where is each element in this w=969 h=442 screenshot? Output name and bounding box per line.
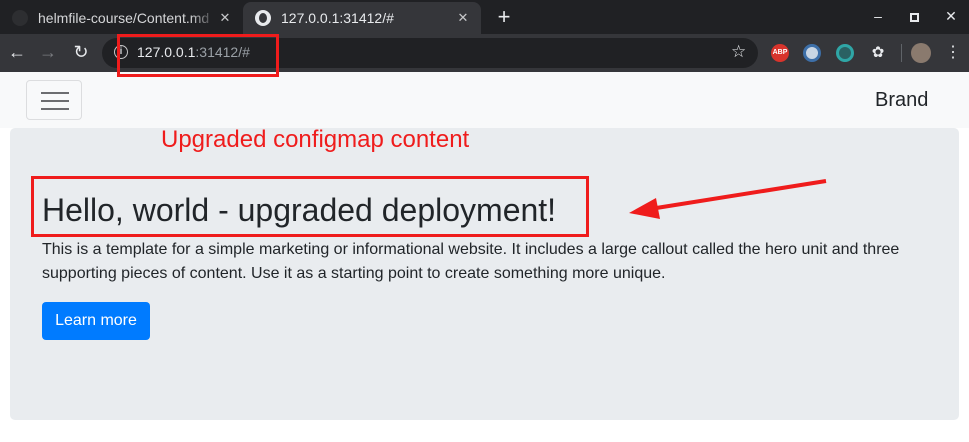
annotation-label: Upgraded configmap content: [161, 126, 470, 153]
bookmark-star-icon[interactable]: ☆: [731, 42, 746, 62]
reload-icon[interactable]: ↻: [71, 42, 91, 62]
hamburger-icon: [41, 100, 69, 102]
abp-icon[interactable]: ABP: [771, 44, 789, 62]
hamburger-icon: [41, 108, 69, 110]
navbar: Brand: [0, 72, 969, 128]
tab-localhost[interactable]: 127.0.0.1:31412/# ✕: [243, 2, 481, 34]
tab-title: 127.0.0.1:31412/#: [281, 10, 394, 26]
tab-strip: helmfile-course/Content.md ✕ 127.0.0.1:3…: [0, 0, 969, 34]
back-icon[interactable]: ←: [7, 42, 27, 62]
annotation-title-box: [31, 176, 589, 237]
globe-icon: [255, 10, 271, 26]
annotation-arrow: [629, 179, 827, 219]
hero-lead-text: This is a template for a simple marketin…: [42, 241, 900, 282]
profile-avatar[interactable]: [911, 43, 931, 63]
github-icon: [12, 10, 28, 26]
close-icon[interactable]: ✕: [455, 10, 471, 26]
navbar-brand[interactable]: Brand: [875, 89, 928, 112]
extension-icon[interactable]: [803, 44, 821, 62]
minimize-icon[interactable]: –: [868, 6, 888, 26]
tab-title: helmfile-course/Content.md: [38, 10, 210, 26]
toolbar-divider: [901, 44, 902, 62]
learn-more-button[interactable]: Learn more: [42, 302, 150, 340]
new-tab-button[interactable]: +: [493, 6, 515, 28]
maximize-icon[interactable]: [904, 6, 924, 26]
hamburger-menu-button[interactable]: [26, 80, 82, 120]
close-window-icon[interactable]: ✕: [941, 6, 961, 26]
close-icon[interactable]: ✕: [217, 10, 233, 26]
hamburger-icon: [41, 92, 69, 94]
extension-icon[interactable]: ✿: [869, 44, 887, 62]
extension-icon[interactable]: [836, 44, 854, 62]
abp-label: ABP: [772, 49, 788, 56]
menu-icon[interactable]: ⋮: [945, 43, 961, 63]
forward-icon[interactable]: →: [38, 42, 58, 62]
annotation-url-box: [117, 34, 279, 77]
tab-helmfile-course[interactable]: helmfile-course/Content.md ✕: [0, 2, 243, 34]
